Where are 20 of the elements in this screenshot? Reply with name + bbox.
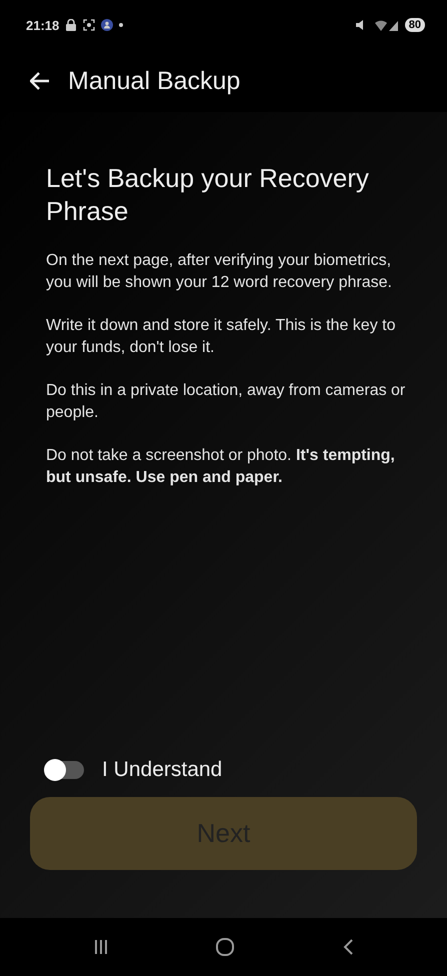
back-button[interactable] — [30, 72, 50, 90]
status-time: 21:18 — [26, 18, 60, 32]
screen-title: Manual Backup — [68, 66, 240, 96]
lock-icon — [65, 19, 78, 31]
instruction-text: Do this in a private location, away from cameras or people. — [46, 381, 406, 423]
instruction-text: Do not take a screenshot or photo. It's tempting, but unsafe. Use pen and paper. — [46, 446, 396, 488]
recents-icon — [94, 939, 108, 955]
toggle-label: I Understand — [102, 758, 222, 782]
scan-icon — [83, 19, 96, 31]
understand-toggle[interactable] — [46, 761, 84, 779]
back-arrow-icon — [30, 72, 50, 90]
home-icon — [214, 937, 234, 957]
page-heading: Let's Backup your Recovery Phrase — [46, 162, 370, 228]
instruction-text: Write it down and store it safely. This is the key to your funds, don't lose it. — [46, 316, 396, 358]
signal-icon — [372, 19, 399, 31]
instruction-text: On the next page, after verifying your biometrics, you will be shown your 12 word recovery phrase. — [46, 251, 393, 293]
dot-icon — [119, 23, 124, 27]
battery-level: 80 — [404, 18, 425, 32]
back-chevron-icon — [342, 938, 354, 956]
person-icon — [101, 19, 114, 31]
